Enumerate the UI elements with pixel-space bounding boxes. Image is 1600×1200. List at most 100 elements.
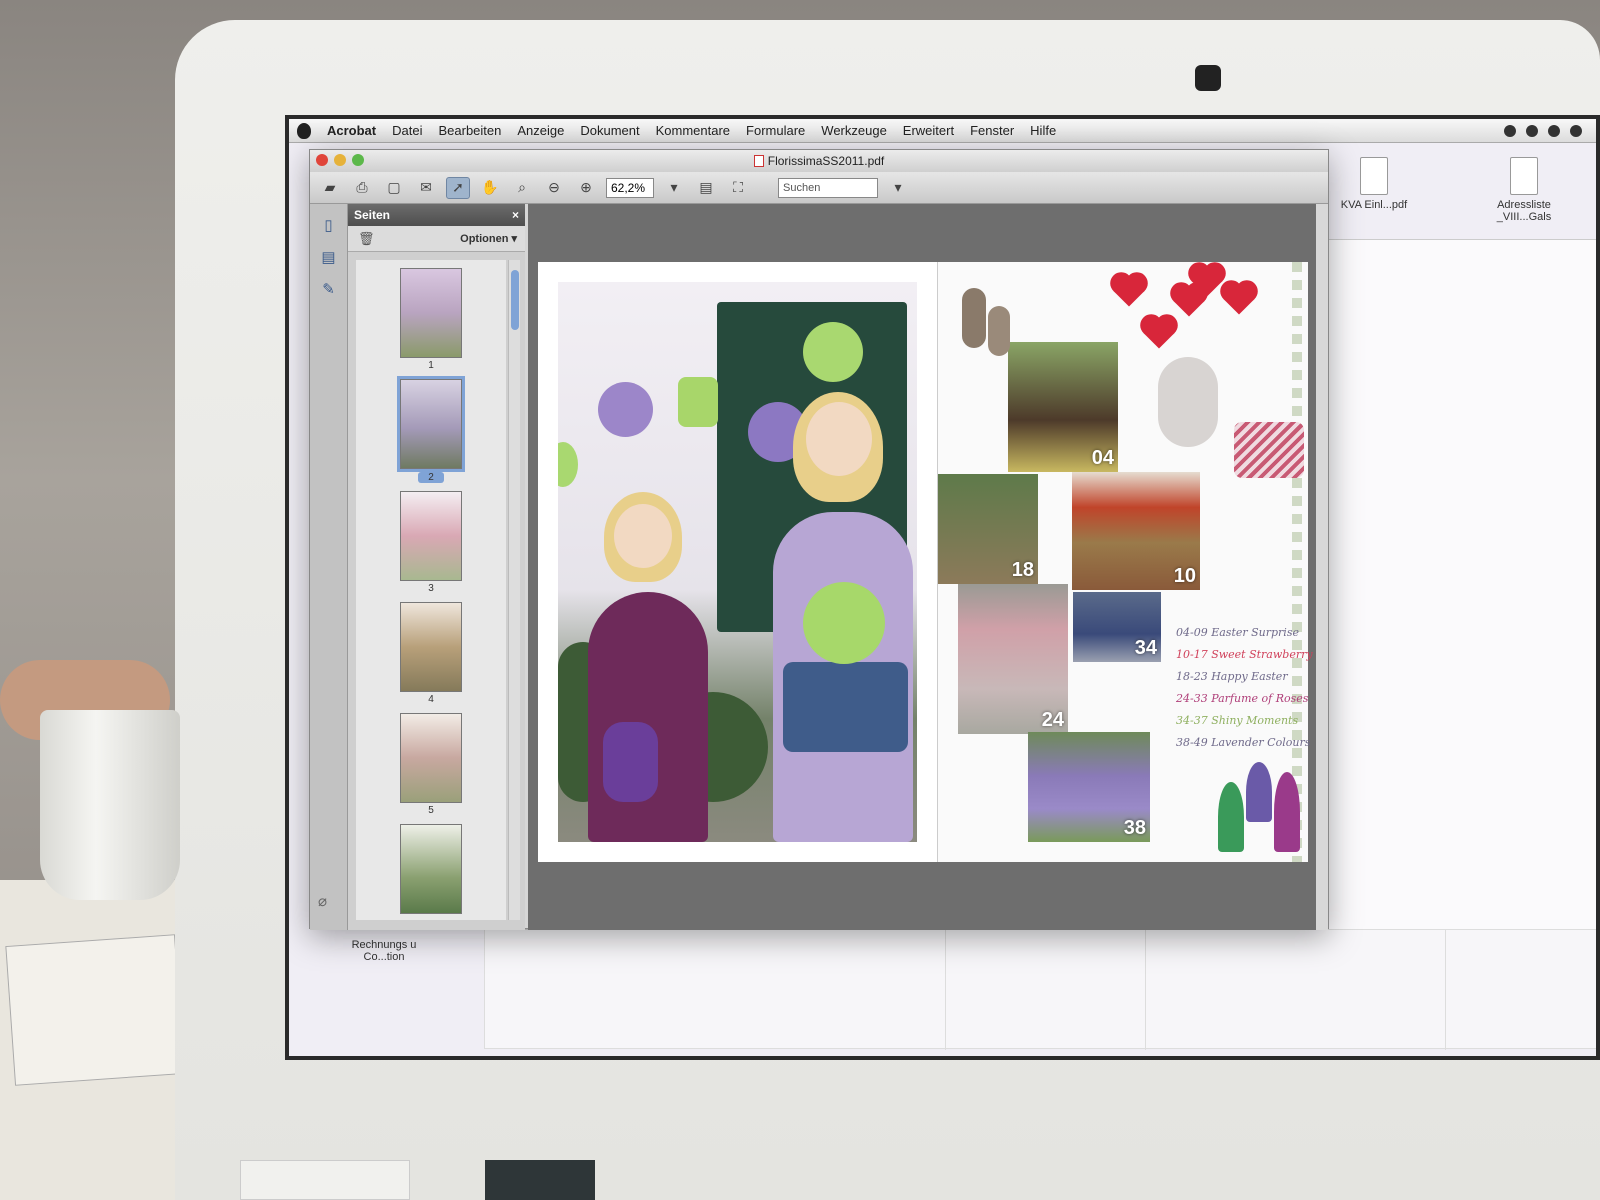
menu-erweitert[interactable]: Erweitert [903, 123, 954, 138]
zoom-dropdown-icon[interactable]: ▾ [662, 177, 686, 199]
acrobat-window: FlorissimaSS2011.pdf ▰ ⎙ ▢ ✉ ➚ ✋ ⌕ ⊖ ⊕ 6… [309, 149, 1329, 930]
pages-pane-toolbar: 🗑 Optionen ▾ [348, 226, 525, 252]
options-menu[interactable]: Optionen ▾ [460, 232, 517, 245]
select-tool-button[interactable]: ➚ [446, 176, 470, 199]
status-tray [1504, 124, 1596, 137]
apple-icon[interactable] [297, 122, 311, 139]
photo-tile-34: 34 [1073, 592, 1161, 662]
magenta-figurine [1274, 772, 1300, 852]
sticker-label [240, 1160, 410, 1200]
document-view[interactable]: 04 18 10 24 34 38 04-09 Easter Surprise … [528, 204, 1318, 930]
print-button[interactable]: ⎙ [350, 177, 374, 199]
fit-page-button[interactable]: ▤ [694, 177, 718, 199]
face [806, 402, 872, 476]
pages-icon[interactable]: ▯ [318, 214, 340, 236]
fullscreen-button[interactable]: ⛶ [726, 177, 750, 199]
menu-werkzeuge[interactable]: Werkzeuge [821, 123, 887, 138]
desktop-icon-adressliste[interactable]: Adressliste _VIII...Gals [1479, 157, 1569, 223]
photo-tile-18: 18 [938, 474, 1038, 584]
battery-icon[interactable] [1570, 124, 1582, 137]
desktop-icon-kva[interactable]: KVA Einl...pdf [1329, 157, 1419, 211]
bookmarks-icon[interactable]: ▤ [318, 246, 340, 268]
photo-tile-10: 10 [1072, 472, 1200, 590]
menu-dokument[interactable]: Dokument [580, 123, 639, 138]
background-window[interactable] [1319, 239, 1596, 1049]
menu-kommentare[interactable]: Kommentare [656, 123, 730, 138]
thumbnail-page-6[interactable] [400, 824, 462, 914]
paper-sketch [5, 934, 185, 1086]
document-scrollbar[interactable] [1316, 204, 1328, 930]
toc-item: 10-17 Sweet Strawberry [1176, 648, 1313, 661]
thumbnails-scrollbar[interactable] [508, 260, 520, 920]
email-button[interactable]: ✉ [414, 177, 438, 199]
tile-number: 34 [1134, 637, 1157, 659]
window-controls [316, 154, 364, 166]
menu-fenster[interactable]: Fenster [970, 123, 1014, 138]
menu-formulare[interactable]: Formulare [746, 123, 805, 138]
page-right: 04 18 10 24 34 38 04-09 Easter Surprise … [938, 262, 1313, 862]
minimize-window-button[interactable] [334, 154, 346, 166]
zoom-window-button[interactable] [352, 154, 364, 166]
thumbnail-page-2[interactable] [397, 376, 465, 472]
thumbnail-page-1[interactable] [400, 268, 462, 358]
striped-cushion [1234, 422, 1304, 478]
hand-tool-button[interactable]: ✋ [478, 177, 502, 199]
photo-tile-24: 24 [958, 584, 1068, 734]
purple-lantern [598, 382, 653, 437]
bluetooth-icon[interactable] [1504, 124, 1516, 137]
close-window-button[interactable] [316, 154, 328, 166]
toc-item: 38-49 Lavender Colours [1176, 736, 1311, 749]
desktop-icon-label: Adressliste _VIII...Gals [1496, 199, 1552, 223]
desktop-folder-label[interactable]: Rechnungs u Co...tion [339, 939, 429, 963]
thumbnail-page-4[interactable] [400, 602, 462, 692]
trash-icon[interactable]: 🗑 [358, 231, 375, 247]
menu-bearbeiten[interactable]: Bearbeiten [438, 123, 501, 138]
green-lantern [558, 442, 578, 487]
heart-ornament [1143, 317, 1175, 349]
search-input[interactable]: Suchen [778, 177, 878, 198]
thumbnail-page-3[interactable] [400, 491, 462, 581]
scrollbar-knob[interactable] [510, 270, 519, 330]
menu-datei[interactable]: Datei [392, 123, 422, 138]
window-titlebar[interactable]: FlorissimaSS2011.pdf [310, 150, 1328, 172]
zoom-tool-button[interactable]: ⌕ [510, 177, 534, 199]
zoom-in-button[interactable]: ⊕ [574, 177, 598, 199]
desktop-icon-label: KVA Einl...pdf [1340, 199, 1408, 211]
wifi-icon[interactable] [1526, 124, 1538, 137]
purple-figurine [1246, 762, 1272, 822]
spreadsheet-file-icon [1510, 157, 1538, 195]
photo-tile-04: 04 [1008, 342, 1118, 472]
pdf-icon [753, 155, 764, 167]
heart-ornament [1223, 283, 1255, 315]
clock-icon[interactable] [1548, 124, 1560, 137]
menu-hilfe[interactable]: Hilfe [1030, 123, 1056, 138]
finder-window[interactable] [484, 929, 1596, 1050]
attachments-icon[interactable]: ⌀ [318, 892, 327, 910]
green-lantern [803, 582, 885, 664]
green-figurine [1218, 782, 1244, 852]
bunny-figurine [962, 288, 986, 348]
search-dropdown-icon[interactable]: ▾ [886, 177, 910, 199]
thumbnail-number: 2 [418, 472, 444, 483]
toc-item: 24-33 Parfume of Roses [1176, 692, 1309, 705]
page-left [538, 262, 938, 862]
toc-item: 18-23 Happy Easter [1176, 670, 1288, 683]
save-button[interactable]: ▢ [382, 177, 406, 199]
girl-small [588, 592, 708, 842]
menubar: Acrobat Datei Bearbeiten Anzeige Dokumen… [289, 119, 1596, 143]
close-pane-button[interactable]: × [512, 204, 519, 226]
menu-anzeige[interactable]: Anzeige [517, 123, 564, 138]
thumbnail-page-5[interactable] [400, 713, 462, 803]
menu-app[interactable]: Acrobat [327, 123, 376, 138]
green-lantern [678, 377, 718, 427]
table-of-contents: 04-09 Easter Surprise 10-17 Sweet Strawb… [1176, 622, 1313, 754]
green-lantern [803, 322, 863, 382]
signatures-icon[interactable]: ✎ [318, 278, 340, 300]
zoom-input[interactable]: 62,2% [606, 177, 654, 198]
thumbnail-number: 3 [428, 583, 434, 594]
navigation-rail: ▯ ▤ ✎ ⌀ [310, 204, 348, 930]
zoom-out-button[interactable]: ⊖ [542, 177, 566, 199]
camera-icon [1195, 65, 1221, 91]
finder-column-divider [945, 930, 946, 1050]
open-folder-button[interactable]: ▰ [318, 177, 342, 199]
